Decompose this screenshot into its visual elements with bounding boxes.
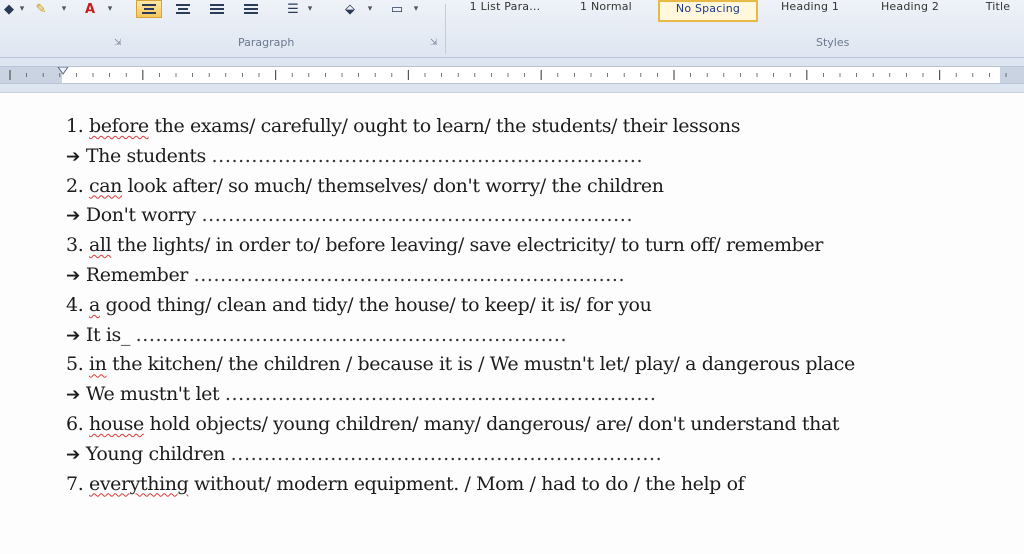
shading-icon[interactable]: ◆ [2, 0, 16, 18]
spelling-flagged-word[interactable]: house [89, 413, 144, 435]
question-line: 7. everything without/ modern equipment.… [66, 472, 745, 495]
question-number: 7. [66, 472, 89, 495]
answer-start: Remember [85, 264, 194, 286]
question-text: hold objects/ young children/ many/ dang… [143, 413, 840, 435]
question-text: without/ modern equipment. / Mom / had t… [188, 472, 745, 495]
question-number: 2. [66, 174, 89, 197]
answer-start: It is_ [85, 323, 136, 346]
style-heading-2[interactable]: Heading 2 [862, 0, 958, 22]
spelling-flagged-word[interactable]: can [89, 175, 122, 197]
style-normal[interactable]: 1 Normal [558, 0, 654, 22]
ribbon-controls: ◆ ▾ ✎ ▾ A ▾ ☰ ▾ ⬙ ▾ ▭ ▾ 1 List Para... 1… [0, 0, 1024, 54]
line-spacing-icon[interactable]: ☰ [282, 0, 304, 18]
question-text: the kitchen/ the children / because it i… [106, 353, 855, 376]
ribbon: ◆ ▾ ✎ ▾ A ▾ ☰ ▾ ⬙ ▾ ▭ ▾ 1 List Para... 1… [0, 0, 1024, 58]
highlight-icon[interactable]: ✎ [30, 0, 52, 18]
answer-line: ➔ Remember ..............................… [66, 264, 625, 286]
question-text: the lights/ in order to/ before leaving/… [111, 234, 823, 257]
question-text: look after/ so much/ themselves/ don't w… [121, 174, 664, 197]
style-list-paragraph[interactable]: 1 List Para... [455, 0, 555, 22]
answer-blank[interactable]: ........................................… [231, 443, 663, 465]
question-number: 3. [66, 234, 89, 257]
paragraph-dialog-launcher-icon[interactable]: ⇲ [430, 38, 438, 48]
font-color-icon[interactable]: A [80, 0, 100, 18]
ruler-ticks [0, 67, 1024, 83]
align-right-button[interactable] [204, 0, 230, 18]
question-number: 4. [66, 293, 89, 316]
question-line: 6. house hold objects/ young children/ m… [66, 413, 840, 435]
answer-blank[interactable]: ........................................… [202, 204, 634, 226]
arrow-icon: ➔ [66, 325, 80, 346]
chevron-down-icon[interactable]: ▾ [18, 0, 26, 18]
group-separator [445, 4, 446, 54]
question-number: 1. [66, 115, 89, 137]
font-dialog-launcher-icon[interactable]: ⇲ [114, 38, 122, 48]
justify-button[interactable] [238, 0, 264, 18]
answer-blank[interactable]: ........................................… [212, 145, 644, 167]
chevron-down-icon[interactable]: ▾ [366, 0, 374, 18]
arrow-icon: ➔ [66, 266, 80, 286]
answer-line: ➔ It is_ ................................… [66, 324, 567, 346]
chevron-down-icon[interactable]: ▾ [306, 0, 314, 18]
arrow-icon: ➔ [66, 146, 80, 167]
answer-start: We mustn't let [85, 383, 225, 406]
answer-line: ➔ We mustn't let ........................… [66, 383, 656, 405]
question-line: 4. a good thing/ clean and tidy/ the hou… [66, 293, 652, 316]
question-line: 2. can look after/ so much/ themselves/ … [66, 175, 664, 197]
styles-group-label: Styles [816, 36, 850, 49]
align-left-button[interactable] [136, 0, 162, 18]
arrow-icon: ➔ [66, 206, 80, 227]
chevron-down-icon[interactable]: ▾ [412, 0, 420, 18]
align-center-button[interactable] [170, 0, 196, 18]
spelling-flagged-word[interactable]: before [89, 115, 149, 137]
ruler-bar [0, 58, 1024, 93]
question-text: the exams/ carefully/ ought to learn/ th… [148, 115, 741, 137]
chevron-down-icon[interactable]: ▾ [106, 0, 114, 18]
style-title[interactable]: Title [968, 0, 1024, 22]
answer-start: The students [85, 144, 212, 167]
answer-blank[interactable]: ........................................… [225, 383, 657, 405]
question-number: 6. [66, 413, 89, 435]
answer-start: Don't worry [85, 204, 202, 227]
answer-start: Young children [85, 442, 231, 465]
spelling-flagged-word[interactable]: all [89, 234, 112, 256]
paragraph-group-label: Paragraph [238, 36, 295, 49]
chevron-down-icon[interactable]: ▾ [60, 0, 68, 18]
spelling-flagged-word[interactable]: a [89, 294, 100, 316]
ruler-margin-left [0, 67, 62, 83]
answer-line: ➔ Young children ........................… [66, 443, 662, 465]
question-text: good thing/ clean and tidy/ the house/ t… [99, 293, 652, 316]
ruler-margin-right [1000, 67, 1024, 83]
spelling-flagged-word[interactable]: everything [89, 473, 189, 495]
question-line: 1. before the exams/ carefully/ ought to… [66, 115, 740, 137]
paint-shading-icon[interactable]: ⬙ [338, 0, 362, 18]
arrow-icon: ➔ [66, 385, 80, 406]
horizontal-ruler[interactable] [0, 66, 1024, 84]
borders-icon[interactable]: ▭ [386, 0, 408, 18]
question-line: 3. all the lights/ in order to/ before l… [66, 234, 823, 256]
style-no-spacing[interactable]: No Spacing [658, 0, 758, 22]
spelling-flagged-word[interactable]: in [89, 353, 107, 375]
style-heading-1[interactable]: Heading 1 [762, 0, 858, 22]
answer-blank[interactable]: ........................................… [136, 324, 568, 346]
question-number: 5. [66, 353, 89, 376]
answer-line: ➔ Don't worry ...........................… [66, 204, 633, 226]
answer-blank[interactable]: ........................................… [194, 264, 626, 286]
answer-line: ➔ The students ..........................… [66, 145, 643, 167]
arrow-icon: ➔ [66, 444, 80, 465]
document-page[interactable]: 1. before the exams/ carefully/ ought to… [0, 93, 1024, 554]
question-line: 5. in the kitchen/ the children / becaus… [66, 353, 855, 375]
